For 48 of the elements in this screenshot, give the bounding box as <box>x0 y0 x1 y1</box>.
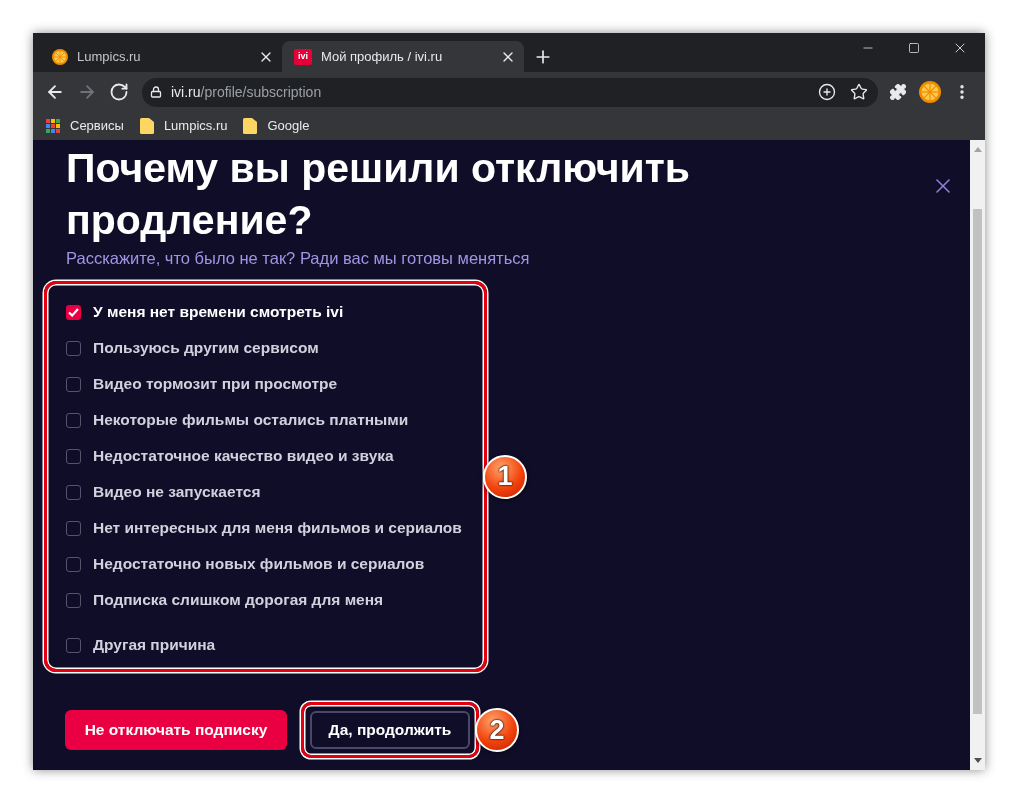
checkbox[interactable] <box>66 637 81 653</box>
maximize-icon[interactable] <box>908 41 920 54</box>
option-label: Видео тормозит при просмотре <box>93 374 338 395</box>
avatar-icon[interactable] <box>919 81 941 103</box>
checkbox[interactable] <box>66 556 81 572</box>
reload-icon[interactable] <box>109 82 129 102</box>
add-circle-icon[interactable] <box>818 83 836 101</box>
option-label: Подписка слишком дорогая для меня <box>93 590 384 611</box>
option-label: Недостаточное качество видео и звука <box>93 446 394 467</box>
puzzle-icon[interactable] <box>889 83 907 101</box>
outline-button[interactable]: Да, продолжить <box>310 711 470 749</box>
folder-icon <box>139 118 154 134</box>
option-label: У меня нет времени смотреть ivi <box>93 302 344 323</box>
dialog-title: Почему вы решили отключить продление? <box>66 144 691 245</box>
checkmark-icon <box>68 307 79 317</box>
checkbox[interactable] <box>66 376 81 392</box>
checkbox[interactable] <box>66 520 81 536</box>
option-label: Видео не запускается <box>93 482 261 503</box>
bookmark[interactable]: Lumpics.ru <box>139 114 242 138</box>
primary-button[interactable]: Не отключать подписку <box>65 710 287 750</box>
scrollbar[interactable] <box>970 140 985 770</box>
option-label: Другая причина <box>93 635 216 656</box>
star-icon[interactable] <box>850 83 868 101</box>
address-bar[interactable]: ivi.ru/profile/subscription <box>142 77 878 107</box>
browser-tab[interactable]: Lumpics.ru <box>40 41 282 72</box>
bookmark[interactable]: Google <box>243 114 324 138</box>
step-marker: 2 <box>475 708 519 752</box>
site-logo: ivi <box>294 48 312 65</box>
checkbox[interactable] <box>66 340 81 356</box>
option-label: Нет интересных для меня фильмов и сериалов <box>93 518 462 539</box>
scroll-down-arrow-icon[interactable] <box>973 758 982 763</box>
option-label: Недостаточно новых фильмов и сериалов <box>93 554 425 575</box>
folder-icon <box>243 118 258 134</box>
checkbox[interactable] <box>66 448 81 464</box>
apps-grid-icon <box>46 119 60 133</box>
citrus-slice-icon <box>52 48 68 65</box>
checkbox[interactable] <box>66 592 81 608</box>
option-label: Пользуюсь другим сервисом <box>93 338 319 359</box>
step-marker: 1 <box>483 454 527 499</box>
lock-icon <box>150 86 162 98</box>
checkbox[interactable] <box>66 412 81 428</box>
checkbox[interactable] <box>66 484 81 500</box>
dialog-subtitle: Расскажите, что было не так? Ради вас мы готовы меняться <box>66 248 531 268</box>
browser-tab[interactable]: ivi Мой профиль / ivi.ru <box>282 41 524 72</box>
option-label: Некоторые фильмы остались платными <box>93 410 409 431</box>
bookmark[interactable]: Сервисы <box>46 114 138 138</box>
scrollbar-thumb[interactable] <box>973 209 982 714</box>
checkbox[interactable] <box>66 304 81 320</box>
